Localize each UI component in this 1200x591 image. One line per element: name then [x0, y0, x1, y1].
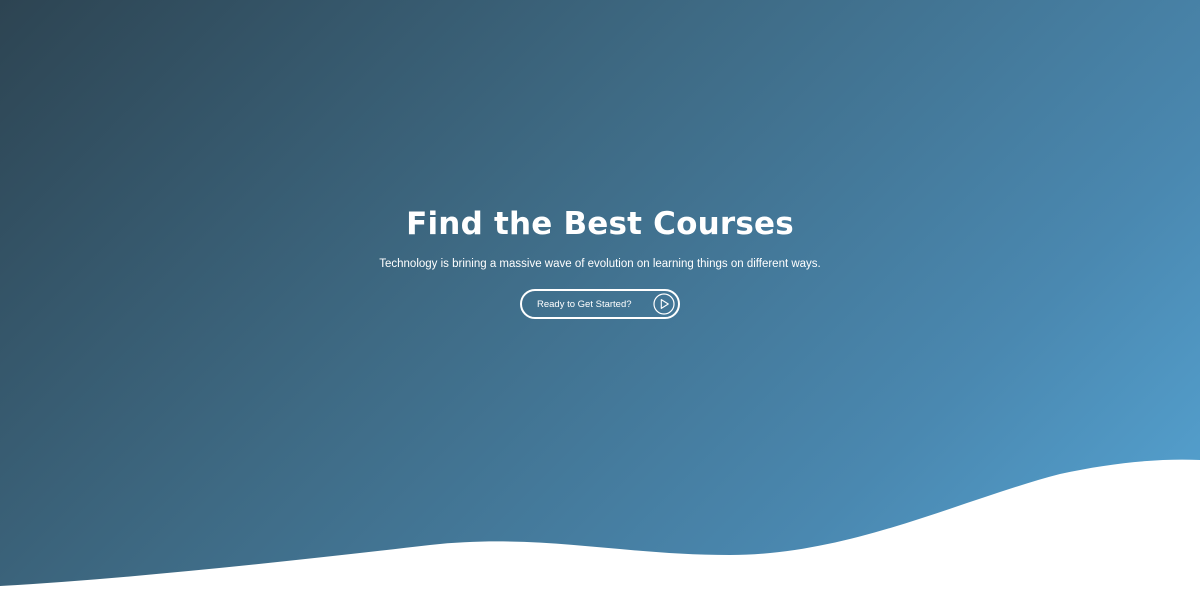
play-circle-icon: [653, 293, 675, 315]
get-started-button[interactable]: Ready to Get Started?: [520, 289, 680, 319]
get-started-label: Ready to Get Started?: [537, 298, 632, 310]
hero-section: Find the Best Courses Technology is brin…: [0, 0, 1200, 591]
hero-subtitle: Technology is brining a massive wave of …: [379, 258, 821, 270]
hero-title: Find the Best Courses: [406, 206, 794, 242]
hero-content: Find the Best Courses Technology is brin…: [0, 200, 1200, 319]
